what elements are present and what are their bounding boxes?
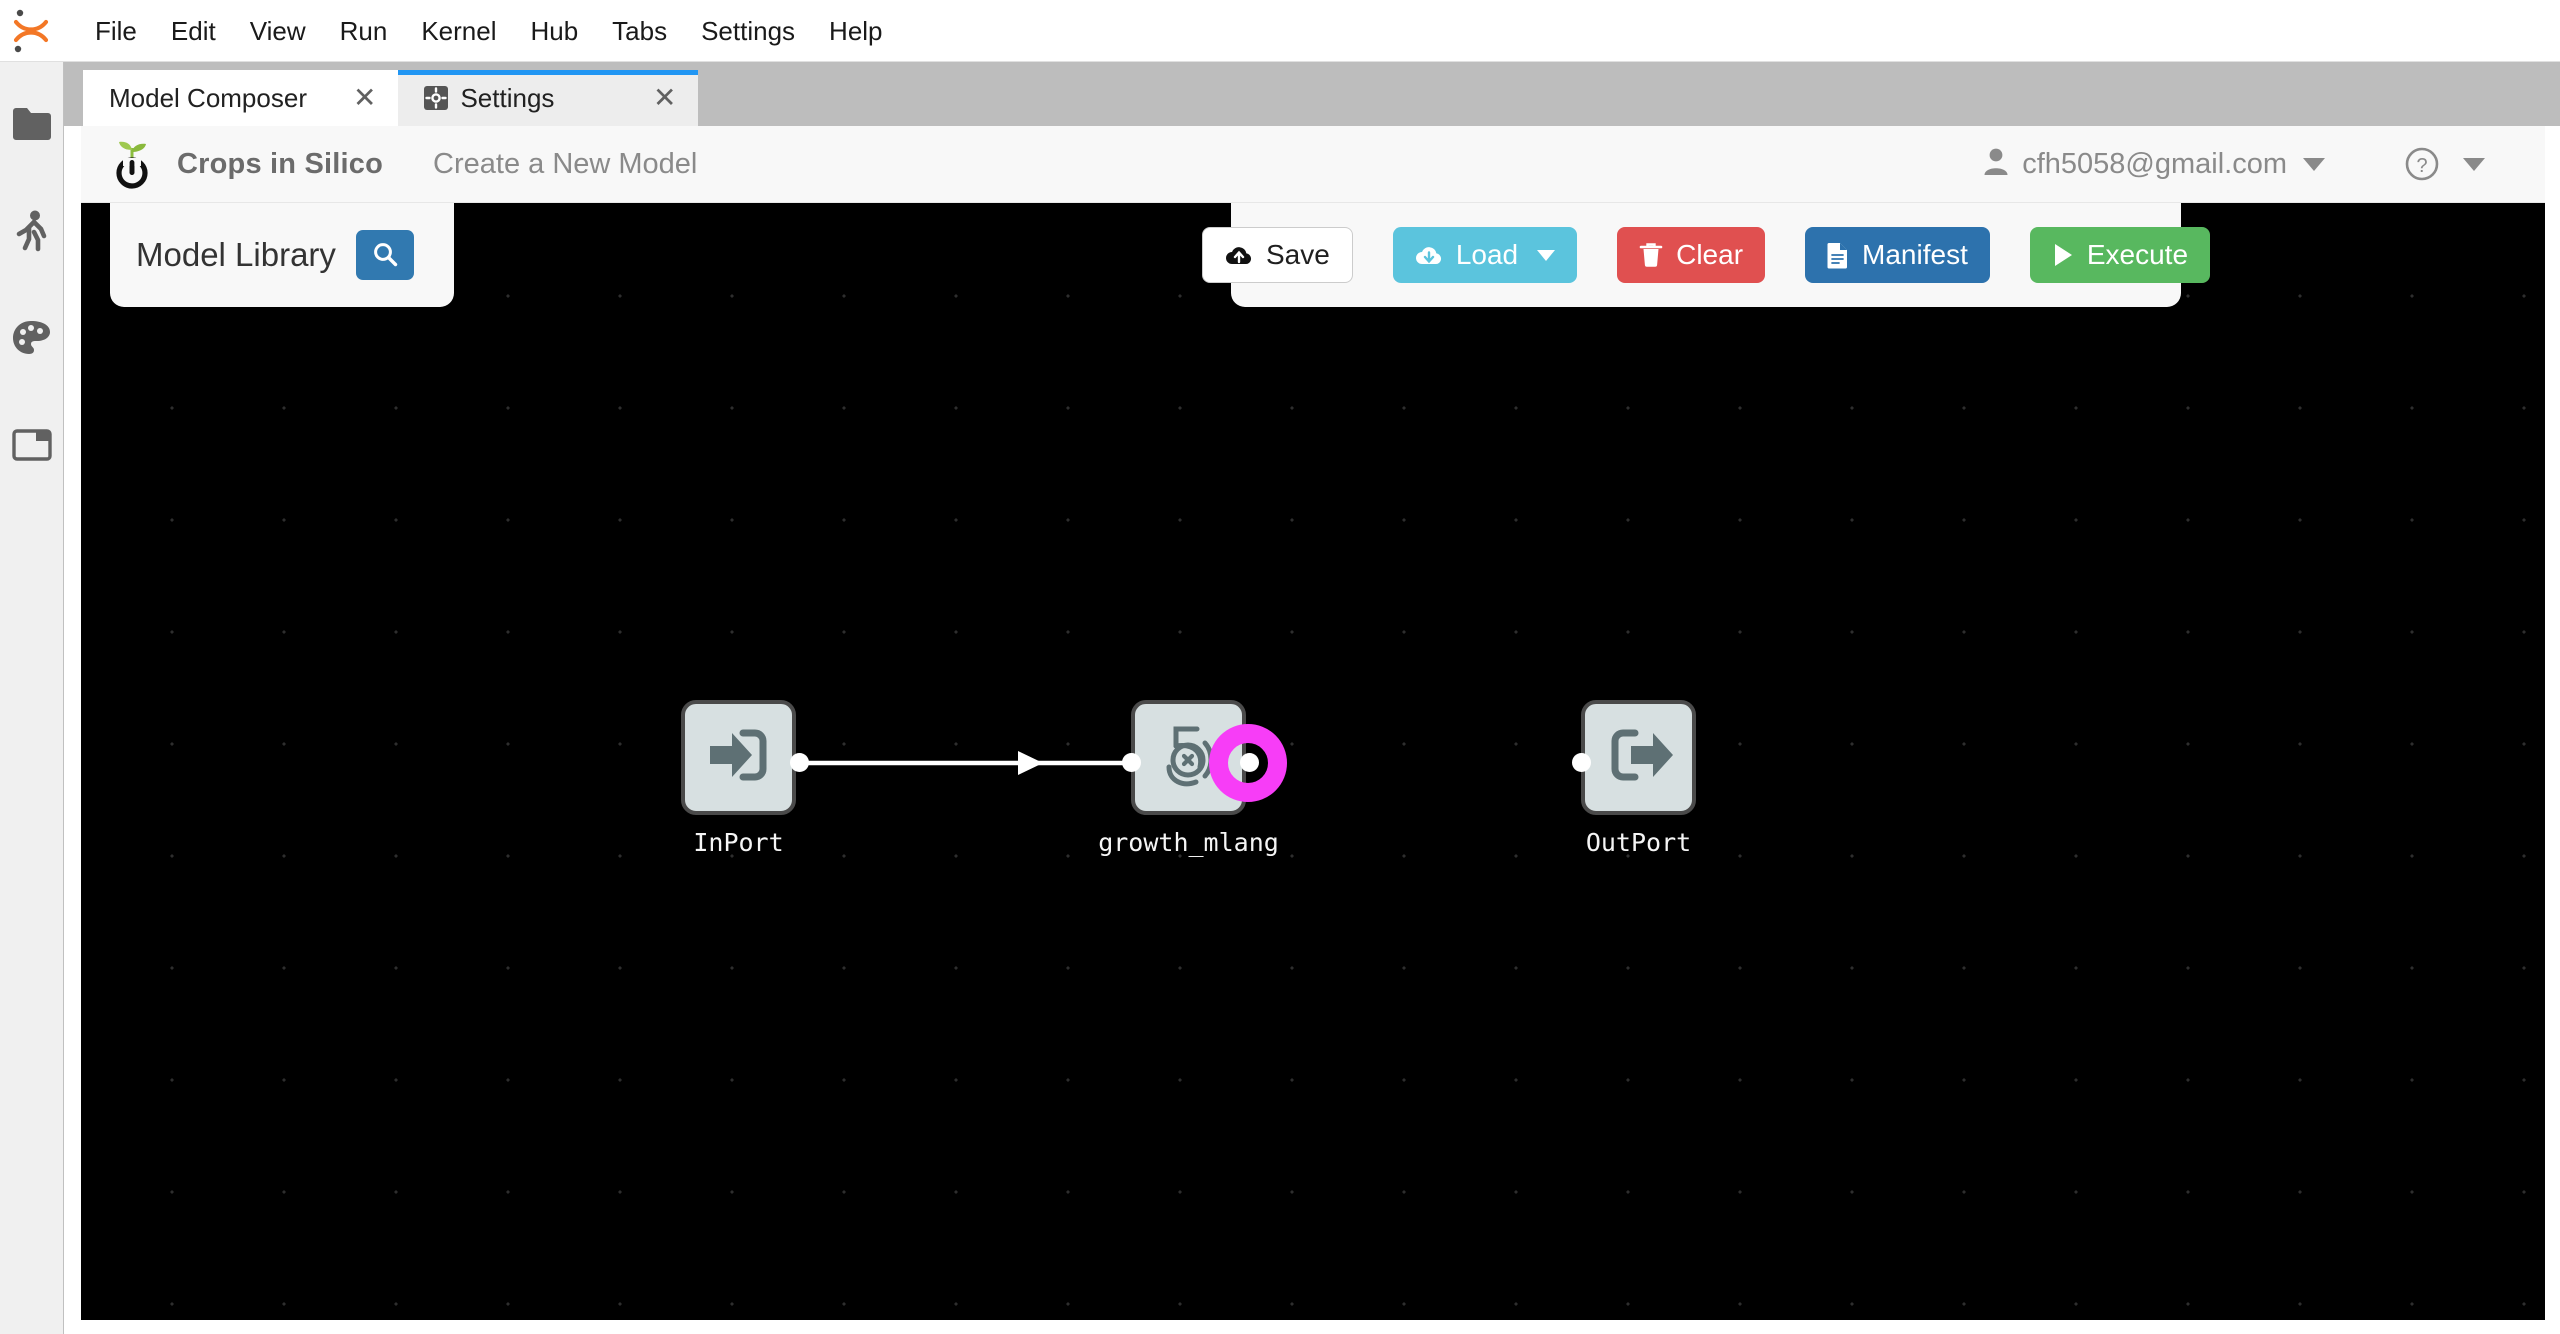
user-menu[interactable]: cfh5058@gmail.com: [1984, 148, 2325, 181]
model-toolbar-panel: Save Load Clear Manifest Execute: [1201, 203, 2211, 307]
node-label: OutPort: [1585, 828, 1692, 857]
spiral-circuit-icon: [1153, 719, 1225, 796]
chevron-down-icon: [2463, 157, 2485, 171]
document-icon: [1827, 241, 1849, 269]
node-box[interactable]: [1581, 700, 1696, 815]
user-email: cfh5058@gmail.com: [2022, 147, 2287, 180]
node-box[interactable]: [681, 700, 796, 815]
node-box[interactable]: [1131, 700, 1246, 815]
menu-item-run[interactable]: Run: [323, 12, 405, 50]
menu-bar: File Edit View Run Kernel Hub Tabs Setti…: [0, 0, 2560, 62]
model-library-search-button[interactable]: [355, 230, 414, 280]
running-person-icon[interactable]: [0, 199, 64, 263]
menu-item-help[interactable]: Help: [812, 12, 899, 50]
palette-icon[interactable]: [0, 306, 64, 370]
menu-item-edit[interactable]: Edit: [154, 12, 233, 50]
model-library-title: Model Library: [136, 236, 336, 273]
close-icon[interactable]: ✕: [653, 84, 676, 112]
sign-out-arrow-icon: [1605, 725, 1673, 790]
model-canvas[interactable]: InPort growth_mlang OutPort Model Librar…: [81, 203, 2545, 1320]
menu-item-tabs[interactable]: Tabs: [595, 12, 684, 50]
brand-name: Crops in Silico: [177, 147, 384, 180]
menu-item-kernel[interactable]: Kernel: [404, 12, 513, 50]
save-button-label: Save: [1265, 239, 1330, 270]
edge-arrowhead: [1018, 751, 1043, 775]
sign-in-arrow-icon: [705, 725, 773, 790]
output-port[interactable]: [1240, 753, 1259, 772]
tab-model-composer[interactable]: Model Composer ✕: [83, 70, 399, 126]
edge-layer: [805, 751, 1248, 775]
save-button[interactable]: Save: [1201, 227, 1353, 283]
help-menu[interactable]: ?: [2405, 147, 2485, 181]
svg-text:?: ?: [2416, 155, 2427, 177]
tab-settings[interactable]: Settings ✕: [398, 70, 699, 126]
tab-folder-icon[interactable]: [0, 413, 64, 477]
execute-button-label: Execute: [2086, 239, 2189, 270]
folder-icon[interactable]: [0, 92, 64, 156]
load-button-label: Load: [1455, 239, 1519, 270]
cloud-download-icon: [1415, 243, 1443, 267]
activity-bar: [0, 62, 64, 1334]
menu-item-list: File Edit View Run Kernel Hub Tabs Setti…: [62, 12, 900, 50]
gear-icon: [424, 86, 449, 110]
person-icon: [1984, 148, 2008, 181]
clear-button-label: Clear: [1676, 239, 1744, 270]
graph-node-outport[interactable]: OutPort: [1572, 700, 1696, 857]
tab-label: Model Composer: [109, 82, 307, 113]
play-icon: [2052, 242, 2074, 268]
menu-item-view[interactable]: View: [233, 12, 323, 50]
menu-item-hub[interactable]: Hub: [513, 12, 595, 50]
sprout-power-logo-icon: [109, 138, 155, 190]
chevron-down-icon: [2303, 157, 2325, 171]
model-library-panel: Model Library: [110, 203, 454, 307]
create-new-model-link[interactable]: Create a New Model: [433, 148, 697, 181]
input-port[interactable]: [1122, 753, 1141, 772]
graph-node-growth-mlang[interactable]: growth_mlang: [1098, 700, 1287, 857]
input-port[interactable]: [1572, 753, 1591, 772]
application-window: File Edit View Run Kernel Hub Tabs Setti…: [0, 0, 2560, 1334]
close-icon[interactable]: ✕: [353, 84, 376, 112]
graph-node-inport[interactable]: InPort: [681, 700, 809, 857]
chevron-down-icon: [1537, 249, 1556, 261]
header-right-group: cfh5058@gmail.com ?: [1984, 147, 2545, 181]
node-label: growth_mlang: [1098, 828, 1279, 857]
search-icon: [372, 241, 398, 270]
trash-icon: [1639, 242, 1663, 268]
menu-item-settings[interactable]: Settings: [684, 12, 812, 50]
tab-label: Settings: [460, 82, 555, 113]
manifest-button[interactable]: Manifest: [1805, 227, 1990, 283]
menu-item-file[interactable]: File: [78, 12, 154, 50]
load-button[interactable]: Load: [1392, 227, 1578, 283]
node-label: InPort: [693, 828, 784, 857]
question-circle-icon: ?: [2405, 147, 2439, 181]
output-port[interactable]: [790, 753, 809, 772]
jupyter-logo-icon[interactable]: [0, 0, 62, 62]
manifest-button-label: Manifest: [1862, 239, 1968, 270]
execute-button[interactable]: Execute: [2029, 227, 2211, 283]
app-header: Crops in Silico Create a New Model cfh50…: [81, 126, 2545, 203]
cloud-upload-icon: [1225, 243, 1253, 267]
tab-bar: Model Composer ✕ Settings ✕: [64, 62, 2560, 126]
clear-button[interactable]: Clear: [1617, 227, 1766, 283]
